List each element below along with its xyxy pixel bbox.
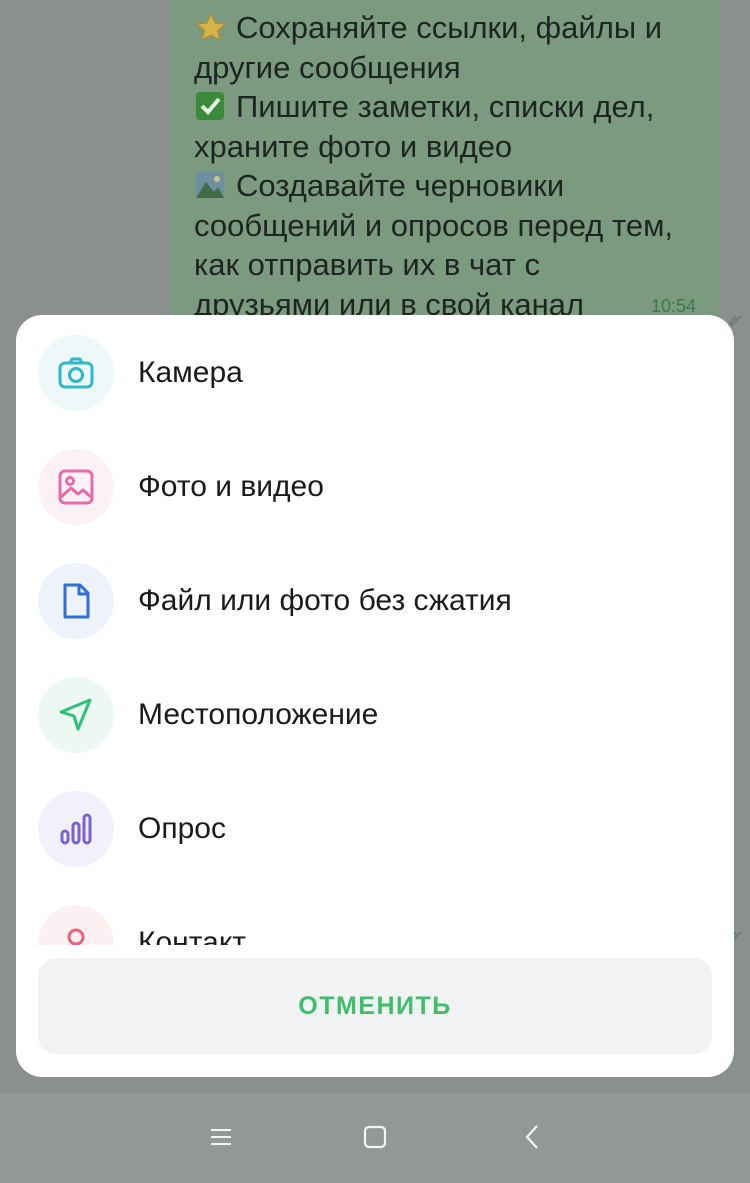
menu-item-photo-video[interactable]: Фото и видео xyxy=(16,430,734,544)
attachment-sheet: Камера Фото и видео Файл или фото без сж… xyxy=(16,315,734,1077)
location-arrow-icon xyxy=(38,677,114,753)
menu-item-label: Файл или фото без сжатия xyxy=(138,584,512,617)
message-line: как отправить их в чат с xyxy=(194,247,540,282)
message-line: другие сообщения xyxy=(194,49,461,85)
menu-item-file[interactable]: Файл или фото без сжатия xyxy=(16,544,734,658)
menu-item-label: Фото и видео xyxy=(138,470,324,503)
image-icon xyxy=(38,449,114,525)
menu-item-label: Опрос xyxy=(138,812,226,845)
file-icon xyxy=(38,563,114,639)
back-icon[interactable] xyxy=(515,1119,551,1155)
menu-item-label: Местоположение xyxy=(138,698,379,731)
camera-icon xyxy=(38,335,114,411)
cancel-button[interactable]: ОТМЕНИТЬ xyxy=(38,958,712,1054)
message-line: Создавайте черновики xyxy=(194,166,696,206)
poll-icon xyxy=(38,791,114,867)
menu-icon[interactable] xyxy=(203,1119,239,1155)
message-time: 10:54 xyxy=(650,296,696,316)
home-square-icon[interactable] xyxy=(357,1119,393,1155)
navigation-bar xyxy=(0,1093,750,1183)
check-box-icon xyxy=(194,91,228,121)
menu-item-location[interactable]: Местоположение xyxy=(16,658,734,772)
menu-item-camera[interactable]: Камера xyxy=(16,316,734,430)
message-line: Пишите заметки, списки дел, xyxy=(194,87,696,127)
attachment-menu: Камера Фото и видео Файл или фото без сж… xyxy=(16,315,734,945)
menu-item-poll[interactable]: Опрос xyxy=(16,772,734,886)
message-line: храните фото и видео xyxy=(194,128,513,164)
menu-item-contact[interactable]: Контакт xyxy=(16,886,734,945)
message-line: Сохраняйте ссылки, файлы и xyxy=(194,8,696,48)
message-line: сообщений и опросов перед тем, xyxy=(194,207,674,243)
star-icon xyxy=(194,12,228,42)
menu-item-label: Камера xyxy=(138,356,243,389)
message-bubble[interactable]: Сохраняйте ссылки, файлы и другие сообще… xyxy=(170,0,720,330)
contact-icon xyxy=(38,905,114,945)
menu-item-label: Контакт xyxy=(138,926,247,945)
landscape-picture-icon xyxy=(194,170,228,200)
